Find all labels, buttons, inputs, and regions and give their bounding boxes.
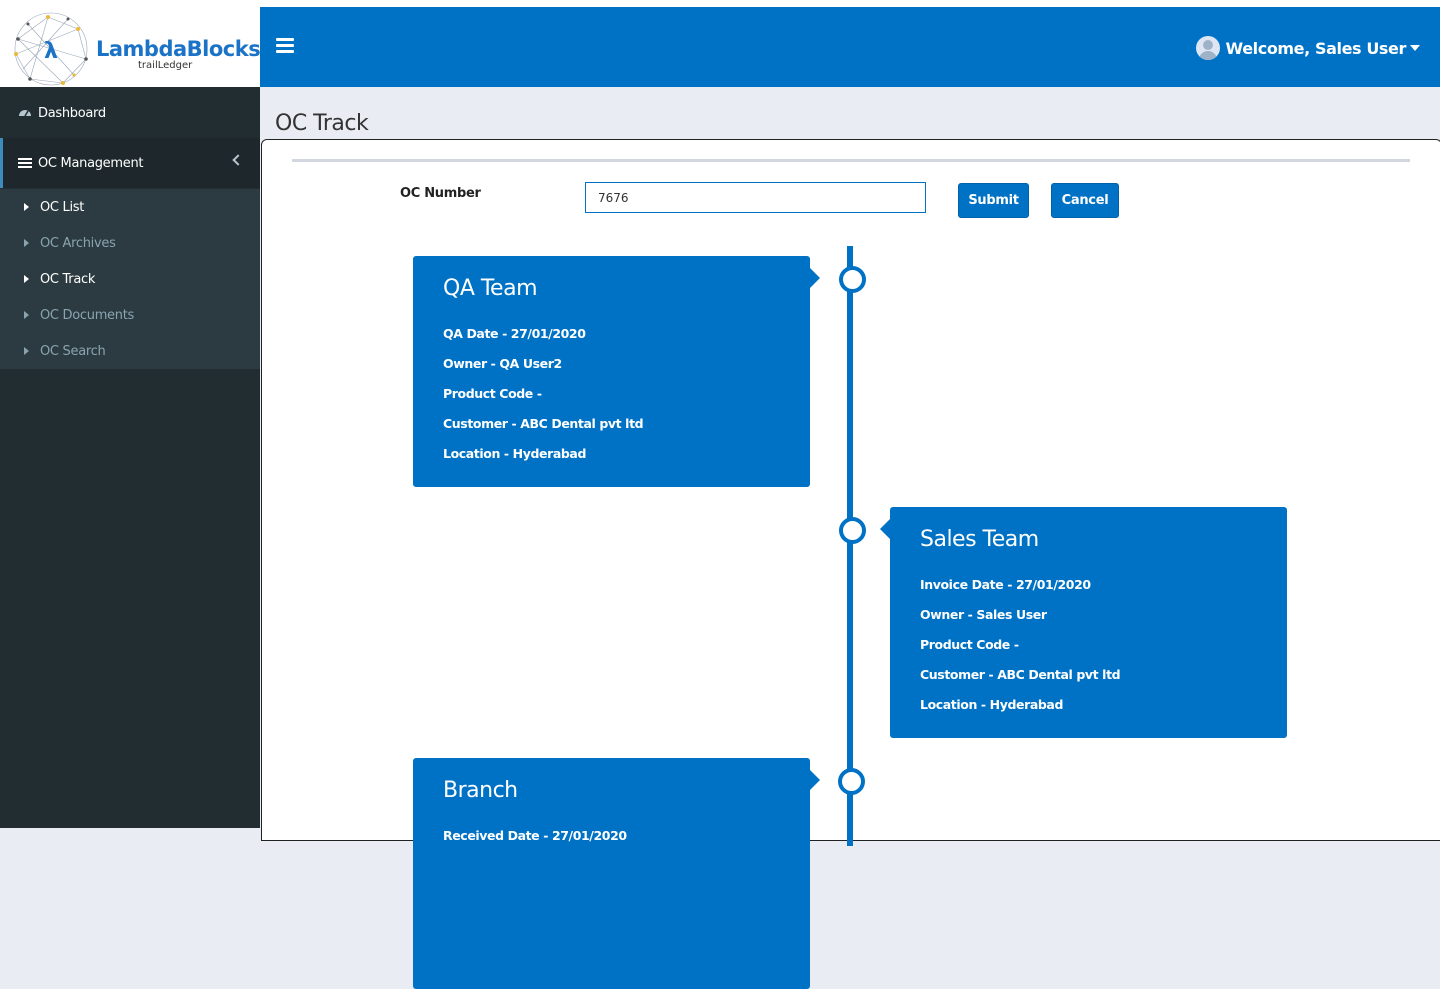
sidebar-item-label: OC List	[40, 199, 85, 215]
timeline-card-qa: QA Team QA Date - 27/01/2020 Owner - QA …	[413, 256, 820, 487]
card-line: Product Code -	[443, 386, 542, 401]
brand-sub: trailLedger	[138, 60, 193, 71]
timeline-dot	[839, 517, 866, 544]
timeline-dot	[839, 266, 866, 293]
sidebar-item-dashboard[interactable]: Dashboard	[0, 88, 260, 139]
avatar-icon	[1195, 36, 1220, 60]
chevron-left-icon[interactable]	[232, 154, 244, 166]
sidebar-item-oc-management[interactable]: OC Management	[0, 138, 260, 188]
card-line: Customer - ABC Dental pvt ltd	[920, 667, 1121, 682]
card-title: Branch	[443, 778, 518, 803]
network-logo-icon: λ	[14, 12, 88, 86]
card-title: QA Team	[443, 276, 538, 301]
sidebar-item-label: Dashboard	[38, 105, 106, 121]
sidebar: Dashboard OC Management OC List OC Archi…	[0, 87, 260, 828]
sidebar-item-oc-list[interactable]: OC List	[0, 189, 260, 225]
sidebar-item-oc-track[interactable]: OC Track	[0, 261, 260, 297]
caret-right-icon	[24, 347, 29, 355]
timeline-line	[847, 246, 853, 846]
dashboard-gauge-icon	[19, 110, 31, 117]
oc-number-input[interactable]	[585, 182, 926, 213]
top-header: Welcome, Sales User	[260, 7, 1440, 87]
timeline-dot	[838, 768, 865, 795]
sidebar-item-oc-archives[interactable]: OC Archives	[0, 225, 260, 261]
brand-name: LambdaBlocks	[96, 37, 261, 61]
track-panel: OC Number Submit Cancel QA Team QA Date …	[261, 139, 1440, 989]
card-line: Location - Hyderabad	[920, 697, 1064, 712]
menu-toggle-icon[interactable]	[276, 38, 294, 54]
sidebar-item-label: OC Management	[38, 155, 144, 171]
sidebar-item-label: OC Search	[40, 343, 106, 359]
sidebar-item-oc-search[interactable]: OC Search	[0, 333, 260, 369]
logo[interactable]: λ LambdaBlocks trailLedger	[0, 7, 261, 87]
card-title: Sales Team	[920, 527, 1039, 552]
card-line: QA Date - 27/01/2020	[443, 326, 586, 341]
page-title: OC Track	[275, 111, 369, 136]
sidebar-item-label: OC Documents	[40, 307, 134, 323]
card-line: Owner - Sales User	[920, 607, 1047, 622]
svg-text:λ: λ	[44, 39, 58, 64]
card-line: Location - Hyderabad	[443, 446, 587, 461]
browser-strip	[0, 0, 1440, 7]
sidebar-item-oc-documents[interactable]: OC Documents	[0, 297, 260, 333]
oc-number-label: OC Number	[400, 186, 481, 201]
divider	[292, 159, 1410, 162]
submit-button[interactable]: Submit	[958, 183, 1029, 218]
caret-right-icon	[24, 311, 29, 319]
caret-right-icon	[24, 275, 29, 283]
sidebar-item-label: OC Track	[40, 271, 96, 287]
list-icon	[18, 158, 32, 168]
card-line: Customer - ABC Dental pvt ltd	[443, 416, 644, 431]
card-line: Received Date - 27/01/2020	[443, 828, 627, 843]
card-line: Invoice Date - 27/01/2020	[920, 577, 1091, 592]
cancel-button[interactable]: Cancel	[1051, 183, 1119, 218]
card-line: Product Code -	[920, 637, 1019, 652]
sidebar-item-label: OC Archives	[40, 235, 116, 251]
caret-right-icon	[24, 203, 29, 211]
welcome-text: Welcome, Sales User	[1225, 38, 1407, 58]
caret-right-icon	[24, 239, 29, 247]
oc-submenu: OC List OC Archives OC Track OC Document…	[0, 189, 260, 369]
user-menu[interactable]: Welcome, Sales User	[1195, 36, 1420, 60]
caret-down-icon	[1410, 45, 1420, 51]
timeline-card-sales: Sales Team Invoice Date - 27/01/2020 Own…	[880, 507, 1287, 738]
card-line: Owner - QA User2	[443, 356, 562, 371]
timeline-card-branch: Branch Received Date - 27/01/2020	[413, 758, 820, 989]
